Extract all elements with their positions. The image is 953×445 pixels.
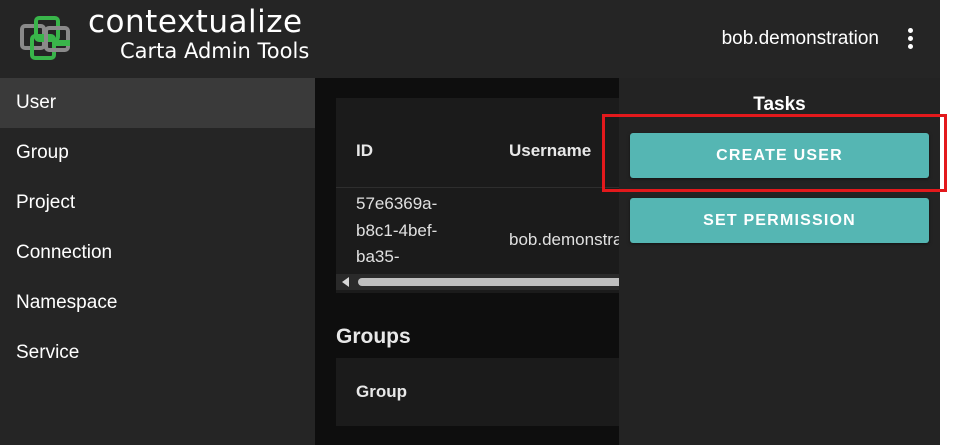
sidebar-item-connection[interactable]: Connection — [0, 228, 315, 278]
sidebar-item-namespace[interactable]: Namespace — [0, 278, 315, 328]
contextualize-logo-icon — [20, 16, 70, 60]
sidebar-item-group[interactable]: Group — [0, 128, 315, 178]
sidebar-item-service[interactable]: Service — [0, 328, 315, 378]
scroll-left-arrow-icon[interactable] — [342, 277, 349, 287]
create-user-button[interactable]: CREATE USER — [630, 133, 929, 178]
more-vertical-icon[interactable] — [906, 28, 914, 50]
table-cell-username: bob.demonstra — [509, 230, 623, 249]
app-subtitle: Carta Admin Tools — [120, 39, 310, 63]
tasks-panel: Tasks CREATE USER SET PERMISSION — [619, 78, 940, 445]
current-user[interactable]: bob.demonstration — [722, 27, 879, 51]
set-permission-button[interactable]: SET PERMISSION — [630, 198, 929, 243]
id-line: b8c1-4bef- — [356, 220, 438, 240]
sidebar-item-user[interactable]: User — [0, 78, 315, 128]
brand-name: contextualize — [88, 4, 303, 40]
id-line: ba35- — [356, 247, 400, 266]
app-header: contextualize Carta Admin Tools bob.demo… — [0, 0, 940, 78]
sidebar-item-project[interactable]: Project — [0, 178, 315, 228]
column-header-username[interactable]: Username — [509, 141, 591, 161]
app-window: contextualize Carta Admin Tools bob.demo… — [0, 0, 940, 445]
id-line: 57e6369a- — [356, 194, 438, 213]
groups-section-title: Groups — [336, 325, 411, 348]
column-header-id[interactable]: ID — [356, 141, 373, 161]
column-header-group[interactable]: Group — [356, 382, 407, 402]
sidebar-nav: User Group Project Connection Namespace … — [0, 78, 315, 445]
tasks-title: Tasks — [753, 94, 806, 115]
